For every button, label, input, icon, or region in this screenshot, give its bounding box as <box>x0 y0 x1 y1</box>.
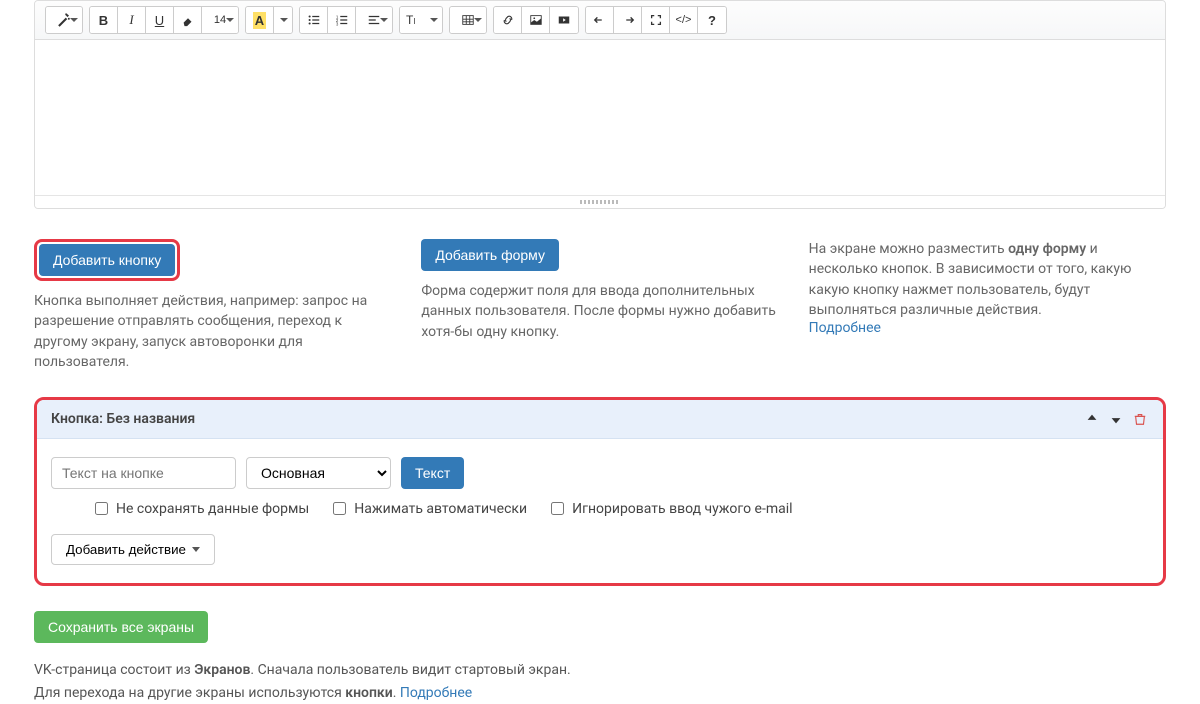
button-config-panel: Кнопка: Без названия Основная Текст Не с… <box>34 397 1166 586</box>
fullscreen-icon[interactable] <box>642 7 670 33</box>
add-button[interactable]: Добавить кнопку <box>39 244 175 276</box>
editor-panel: B I U 14 A 123 TI </> <box>34 0 1166 209</box>
align-icon[interactable] <box>356 7 392 33</box>
eraser-icon[interactable] <box>174 7 202 33</box>
button-style-select[interactable]: Основная <box>246 457 391 489</box>
move-down-icon[interactable] <box>1107 410 1125 428</box>
add-action-dropdown[interactable]: Добавить действие <box>51 534 215 565</box>
button-panel-header: Кнопка: Без названия <box>37 400 1163 439</box>
image-icon[interactable] <box>522 7 550 33</box>
delete-icon[interactable] <box>1131 410 1149 428</box>
info-more-link[interactable]: Подробнее <box>809 320 881 336</box>
undo-icon[interactable] <box>586 7 614 33</box>
add-button-desc: Кнопка выполняет действия, например: зап… <box>34 291 391 372</box>
add-form-button[interactable]: Добавить форму <box>421 239 559 271</box>
magic-icon[interactable] <box>46 7 82 33</box>
chk-no-save[interactable]: Не сохранять данные формы <box>91 499 309 518</box>
underline-icon[interactable]: U <box>146 7 174 33</box>
help-icon[interactable]: ? <box>698 7 726 33</box>
add-form-desc: Форма содержит поля для ввода дополнител… <box>421 281 778 342</box>
chk-ignore-email[interactable]: Игнорировать ввод чужого e-mail <box>547 499 792 518</box>
link-icon[interactable] <box>494 7 522 33</box>
chk-auto-press[interactable]: Нажимать автоматически <box>329 499 527 518</box>
text-button[interactable]: Текст <box>401 457 464 489</box>
format-icon[interactable]: TI <box>400 7 442 33</box>
table-icon[interactable] <box>450 7 486 33</box>
footer-note: VK-страница состоит из Экранов. Сначала … <box>34 659 1166 704</box>
move-up-icon[interactable] <box>1083 410 1101 428</box>
fontcolor-dropdown[interactable] <box>274 7 292 33</box>
save-all-button[interactable]: Сохранить все экраны <box>34 611 208 643</box>
bold-icon[interactable]: B <box>90 7 118 33</box>
redo-icon[interactable] <box>614 7 642 33</box>
video-icon[interactable] <box>550 7 578 33</box>
fontsize-label: 14 <box>214 14 226 26</box>
code-icon[interactable]: </> <box>670 7 698 33</box>
button-text-input[interactable] <box>51 457 236 489</box>
fontsize-dropdown[interactable]: 14 <box>202 7 238 33</box>
italic-icon[interactable]: I <box>118 7 146 33</box>
button-title-name: Без названия <box>106 411 195 427</box>
resize-handle[interactable] <box>35 195 1165 208</box>
ul-icon[interactable] <box>300 7 328 33</box>
info-text: На экране можно разместить одну форму и … <box>809 239 1166 320</box>
toolbar: B I U 14 A 123 TI </> <box>35 1 1165 40</box>
add-button-highlight: Добавить кнопку <box>34 239 180 281</box>
button-title-prefix: Кнопка: <box>51 411 106 427</box>
footer-more-link[interactable]: Подробнее <box>400 685 472 701</box>
ol-icon[interactable]: 123 <box>328 7 356 33</box>
editor-textarea[interactable] <box>35 40 1165 195</box>
fontcolor-icon[interactable]: A <box>246 7 274 33</box>
svg-text:3: 3 <box>335 21 338 26</box>
